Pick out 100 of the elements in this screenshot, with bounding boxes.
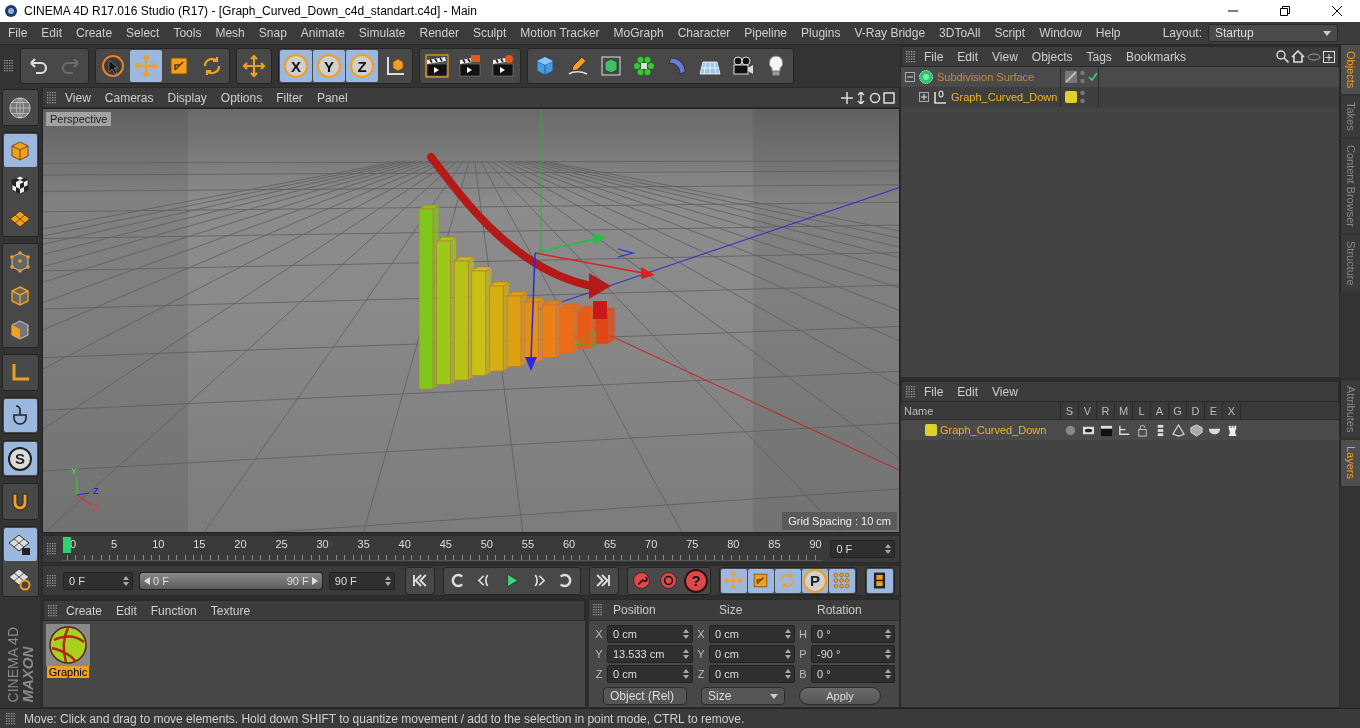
lock-icon[interactable]	[1135, 423, 1149, 437]
grip-handle-icon[interactable]	[4, 60, 14, 72]
menu-item[interactable]: Snap	[251, 26, 294, 40]
grip-handle-icon[interactable]	[906, 385, 916, 398]
menu-item[interactable]: V-Ray Bridge	[847, 26, 933, 40]
material-menu-item[interactable]: Texture	[204, 603, 257, 618]
model-button[interactable]	[3, 134, 37, 167]
viewport-menu-item[interactable]: Panel	[310, 90, 354, 105]
workplane-lock-button[interactable]	[3, 528, 37, 561]
apply-button[interactable]: Apply	[799, 687, 881, 705]
spinner-icon[interactable]	[885, 629, 891, 639]
pyramid-icon[interactable]	[1171, 423, 1185, 437]
slashed-square-icon[interactable]	[1065, 71, 1077, 83]
column-header[interactable]: R	[1097, 402, 1115, 419]
menu-item[interactable]: Tools	[166, 26, 209, 40]
layer-color-swatch[interactable]	[925, 424, 937, 436]
layer-color-swatch[interactable]	[1065, 91, 1077, 103]
current-frame-field[interactable]: 0 F	[830, 540, 895, 558]
grip-handle-icon[interactable]	[47, 91, 57, 104]
snap-button[interactable]: S	[3, 442, 37, 475]
material-menu-item[interactable]: Create	[60, 603, 109, 618]
grip-handle-icon[interactable]	[47, 543, 57, 555]
spinner-icon[interactable]	[122, 575, 129, 586]
expand-icon[interactable]	[919, 92, 929, 102]
viewport[interactable]: Perspective Y Z X Grid Spacing : 10 cm	[42, 108, 900, 533]
menu-item[interactable]: Plugins	[794, 26, 848, 40]
layer-menu-item[interactable]: File	[918, 384, 950, 399]
spinner-icon[interactable]	[885, 669, 891, 679]
column-header[interactable]: M	[1115, 402, 1133, 419]
home-icon[interactable]	[1291, 50, 1305, 63]
check-icon[interactable]	[1088, 72, 1098, 82]
spinner-icon[interactable]	[785, 629, 791, 639]
layout-dropdown[interactable]: Startup	[1208, 24, 1338, 42]
maximize-view-icon[interactable]	[883, 91, 895, 104]
parameter-button[interactable]: P	[802, 568, 828, 593]
zoom-arrows-icon[interactable]	[855, 91, 867, 104]
scale-button[interactable]	[748, 568, 774, 593]
help-button[interactable]: ?	[683, 568, 709, 593]
column-header[interactable]: V	[1079, 402, 1097, 419]
menu-item[interactable]: Pipeline	[737, 26, 795, 40]
new-panel-icon[interactable]	[1323, 50, 1335, 63]
dot-icon[interactable]	[1063, 423, 1077, 437]
column-header[interactable]: G	[1169, 402, 1187, 419]
menu-item[interactable]: 3DToAll	[932, 26, 988, 40]
position-field[interactable]: 0 cm	[607, 665, 693, 683]
layer-menu-item[interactable]: Edit	[951, 384, 985, 399]
oval-icon[interactable]	[1307, 52, 1321, 61]
start-frame-field[interactable]: 0 F	[63, 571, 133, 590]
object-menu-item[interactable]: Bookmarks	[1119, 49, 1192, 64]
viewport-menu-item[interactable]: Display	[161, 90, 213, 105]
move-button[interactable]	[721, 568, 747, 593]
grip-handle-icon[interactable]	[48, 604, 58, 617]
menu-item[interactable]: Animate	[293, 26, 352, 40]
material-menu-item[interactable]: Function	[144, 603, 203, 618]
menu-item[interactable]: Select	[119, 26, 167, 40]
layer-menu-item[interactable]: View	[986, 384, 1024, 399]
object-menu-item[interactable]: Edit	[951, 49, 985, 64]
menu-item[interactable]: File	[1, 26, 35, 40]
size-field[interactable]: 0 cm	[709, 665, 795, 683]
column-header[interactable]: E	[1205, 402, 1223, 419]
hierarchy-icon[interactable]	[1117, 423, 1131, 437]
column-header[interactable]: S	[1061, 402, 1079, 419]
menu-item[interactable]: Edit	[34, 26, 70, 40]
material-menu-item[interactable]: Edit	[110, 603, 143, 618]
layer-name[interactable]: Graph_Curved_Down	[940, 424, 1047, 436]
collapse-icon[interactable]	[905, 72, 915, 82]
object-menu-item[interactable]: File	[918, 49, 950, 64]
position-field[interactable]: 0 cm	[607, 625, 693, 643]
size-mode-dropdown[interactable]: Size	[701, 687, 785, 705]
rotation-field[interactable]: 0 °	[811, 665, 895, 683]
object-menu-item[interactable]: View	[986, 49, 1024, 64]
menu-item[interactable]: Simulate	[351, 26, 413, 40]
menu-item[interactable]: Sculpt	[465, 26, 514, 40]
size-field[interactable]: 0 cm	[709, 645, 795, 663]
rotation-field[interactable]: 0 °	[811, 625, 895, 643]
frame-range-slider[interactable]: 0 F 90 F	[138, 571, 323, 590]
spinner-icon[interactable]	[885, 544, 891, 554]
viewport-menu-item[interactable]: View	[59, 90, 97, 105]
viewport-menu-item[interactable]: Options	[214, 90, 269, 105]
menu-item[interactable]: Character	[670, 26, 738, 40]
column-header[interactable]: L	[1133, 402, 1151, 419]
material-item[interactable]: Graphic	[45, 624, 91, 678]
viewport-menu-item[interactable]: Cameras	[98, 90, 160, 105]
pan-arrows-icon[interactable]	[841, 91, 853, 104]
side-tab[interactable]: Layers	[1340, 440, 1360, 486]
grip-handle-icon[interactable]	[6, 712, 16, 725]
spinner-icon[interactable]	[683, 649, 689, 659]
rotate-button[interactable]	[775, 568, 801, 593]
axis-button[interactable]: X	[280, 50, 312, 82]
spinner-icon[interactable]	[683, 669, 689, 679]
viewport-menu-item[interactable]: Filter	[270, 90, 309, 105]
menu-item[interactable]: Create	[69, 26, 120, 40]
menu-item[interactable]: Motion Tracker	[513, 26, 607, 40]
coordinate-mode-dropdown[interactable]: Object (Rel)	[603, 687, 687, 705]
position-field[interactable]: 13.533 cm	[607, 645, 693, 663]
object-menu-item[interactable]: Tags	[1080, 49, 1118, 64]
spinner-icon[interactable]	[785, 669, 791, 679]
spinner-icon[interactable]	[683, 629, 689, 639]
clapperboard-icon[interactable]	[1099, 423, 1113, 437]
menu-item[interactable]: Window	[1032, 26, 1089, 40]
